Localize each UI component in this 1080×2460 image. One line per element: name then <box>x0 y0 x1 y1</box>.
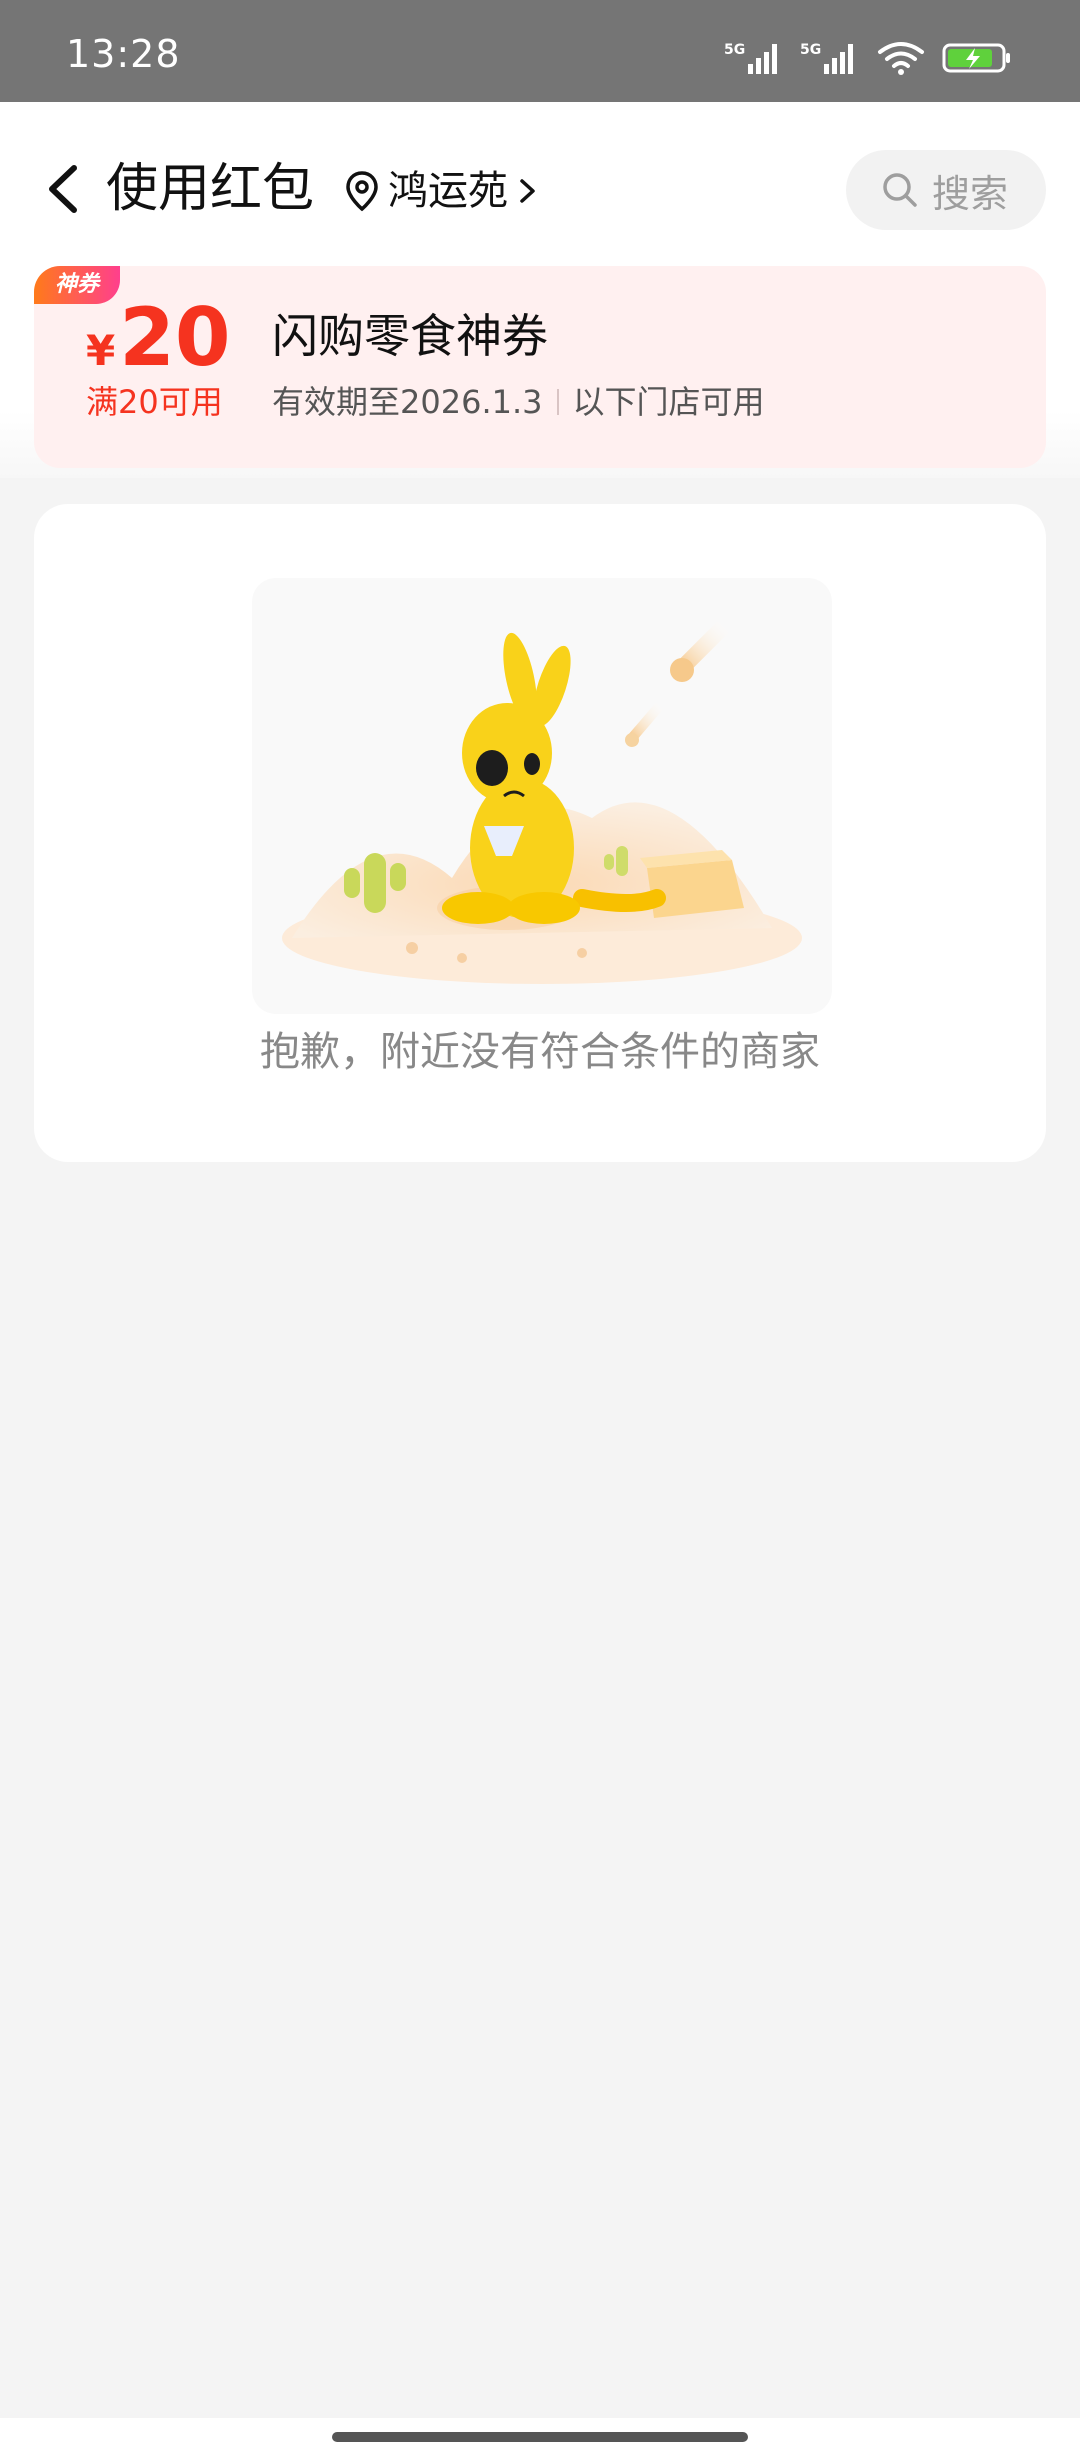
coupon-scope: 以下门店可用 <box>572 383 765 421</box>
page-title: 使用红包 <box>106 159 315 219</box>
location-selector[interactable]: 鸿运苑 <box>344 158 540 224</box>
home-indicator[interactable] <box>332 2432 748 2442</box>
status-icons: 5G 5G <box>724 34 1012 82</box>
empty-state-message: 抱歉，附近没有符合条件的商家 <box>260 1029 820 1075</box>
signal-label: 5G <box>724 42 745 58</box>
signal-label: 5G <box>800 42 821 58</box>
empty-state-card: 抱歉，附近没有符合条件的商家 <box>34 504 1046 1162</box>
meta-divider <box>556 389 559 415</box>
coupon-validity: 有效期至2026.1.3 <box>272 383 543 421</box>
search-placeholder: 搜索 <box>932 171 1009 216</box>
currency-symbol: ¥ <box>86 326 116 375</box>
coupon-meta: 有效期至2026.1.3 以下门店可用 <box>272 380 765 424</box>
signal-icon: 5G <box>724 42 777 74</box>
empty-state-illustration <box>252 578 832 1014</box>
search-input[interactable]: 搜索 <box>846 150 1046 230</box>
wifi-icon <box>878 42 924 75</box>
coupon-threshold: 满20可用 <box>86 383 223 421</box>
coupon-name: 闪购零食神券 <box>272 309 548 363</box>
status-time: 13:28 <box>66 32 181 76</box>
coupon-amount-value: 20 <box>119 291 231 384</box>
search-icon <box>883 173 917 207</box>
battery-charging-icon <box>942 43 1010 73</box>
coupon-card[interactable]: 神券 ¥ 20 满20可用 闪购零食神券 有效期至2026.1.3 以下门店可用 <box>34 266 1046 468</box>
header: 使用红包 鸿运苑 搜索 <box>0 102 1080 252</box>
kangaroo-desert-illustration <box>282 615 802 984</box>
chevron-right-icon <box>520 179 535 203</box>
signal-icon: 5G <box>800 42 853 74</box>
back-button[interactable] <box>36 154 92 224</box>
location-pin-icon <box>346 171 378 212</box>
coupon-amount: ¥ 20 <box>86 290 286 386</box>
location-name: 鸿运苑 <box>388 168 508 214</box>
chevron-left-icon <box>49 165 77 213</box>
status-bar: 13:28 5G 5G <box>0 0 1080 102</box>
